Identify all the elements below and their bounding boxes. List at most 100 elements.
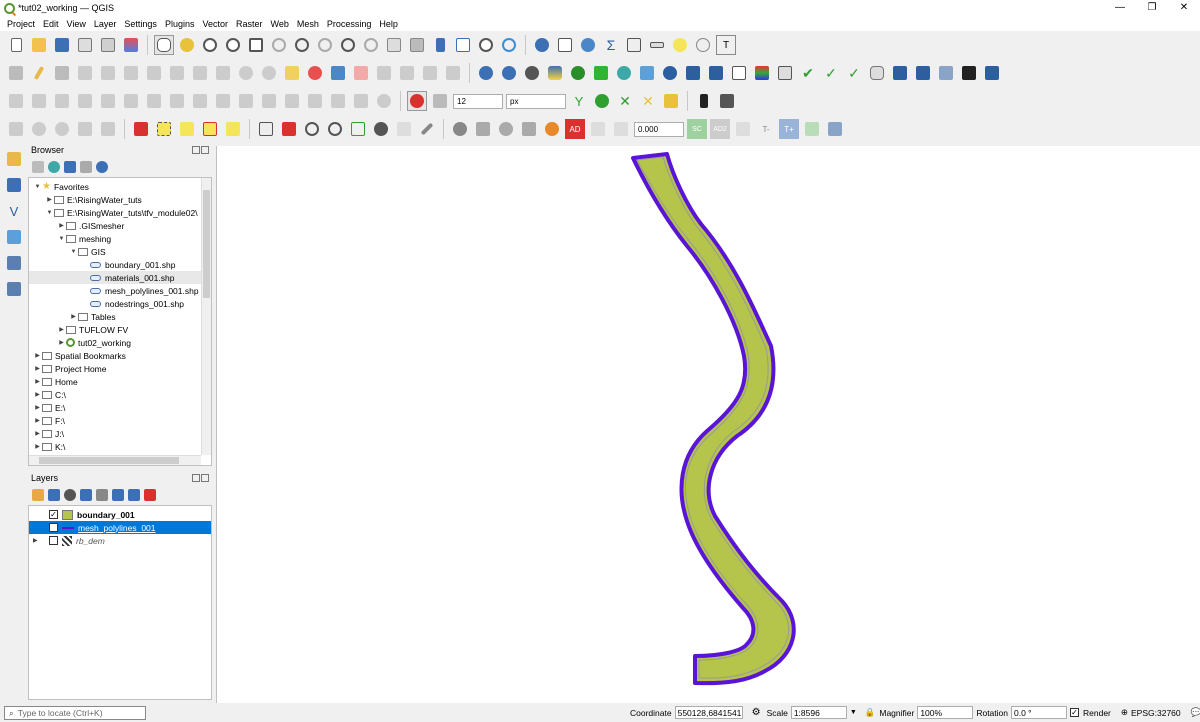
browser-item[interactable]: ▶ E:\RisingWater_tuts	[29, 193, 211, 206]
plugin-wave-icon[interactable]	[637, 63, 657, 83]
add-virtual-layer-icon[interactable]	[4, 279, 24, 299]
remove-layer-icon[interactable]	[144, 489, 156, 501]
layer-styling-icon[interactable]	[32, 489, 44, 501]
float-panel-button[interactable]	[192, 474, 200, 482]
add-group-icon[interactable]	[48, 489, 60, 501]
browser-item[interactable]: ▼ ★ Favorites	[29, 180, 211, 193]
check-dropdown-icon[interactable]: ✓	[844, 63, 864, 83]
merge-features-icon[interactable]	[328, 91, 348, 111]
layer-row-mesh-polylines[interactable]: ✓ mesh_polylines_001	[29, 521, 211, 534]
manage-visibility-icon[interactable]	[64, 489, 76, 501]
redo-icon[interactable]	[259, 63, 279, 83]
highlight-label-icon[interactable]	[328, 63, 348, 83]
python-console-icon[interactable]	[545, 63, 565, 83]
expand-arrow-icon[interactable]: ▶	[57, 326, 66, 333]
plugin-cycle-icon[interactable]	[614, 63, 634, 83]
rotate-feature-icon[interactable]	[75, 91, 95, 111]
plugin-plus-icon[interactable]	[473, 119, 493, 139]
river-map[interactable]	[217, 146, 1200, 703]
zoom-selection-icon[interactable]	[269, 35, 289, 55]
add-feature-icon[interactable]	[75, 63, 95, 83]
expand-arrow-icon[interactable]: ▶	[33, 404, 42, 411]
adv-distance-icon[interactable]	[611, 119, 631, 139]
fill-ring-icon[interactable]	[167, 91, 187, 111]
tracing-icon[interactable]: ✕	[638, 91, 658, 111]
zoom-native-icon[interactable]	[315, 35, 335, 55]
render-checkbox[interactable]: ✓	[1070, 708, 1079, 717]
browser-item[interactable]: ▼ GIS	[29, 245, 211, 258]
close-panel-button[interactable]	[201, 474, 209, 482]
map-canvas[interactable]	[216, 146, 1200, 703]
split-parts-icon[interactable]	[305, 91, 325, 111]
menu-plugins[interactable]: Plugins	[161, 19, 199, 29]
plugin-settings-icon[interactable]	[542, 119, 562, 139]
browser-item[interactable]: ▶ .GISmesher	[29, 219, 211, 232]
style-manager-icon[interactable]	[121, 35, 141, 55]
expand-arrow-icon[interactable]: ▼	[57, 236, 66, 242]
open-table-icon[interactable]	[624, 35, 644, 55]
annotation-icon[interactable]	[693, 35, 713, 55]
tag-icon[interactable]	[867, 63, 887, 83]
select-features-icon[interactable]	[154, 119, 174, 139]
select-value-icon[interactable]	[177, 119, 197, 139]
maximize-button[interactable]: ❐	[1136, 0, 1168, 16]
delete-selected-icon[interactable]	[144, 63, 164, 83]
filter-expression-icon[interactable]	[96, 489, 108, 501]
add-selected-icon[interactable]	[32, 161, 44, 173]
globe-icon[interactable]	[499, 63, 519, 83]
add-vector-layer-icon[interactable]	[4, 149, 24, 169]
layer-row-rb-dem[interactable]: ▶ rb_dem	[29, 534, 211, 547]
ad-button[interactable]: AD	[565, 119, 585, 139]
expand-arrow-icon[interactable]: ▼	[45, 210, 54, 216]
menu-processing[interactable]: Processing	[323, 19, 376, 29]
zoom-to-icon[interactable]	[302, 119, 322, 139]
toggle-editing-icon[interactable]	[29, 63, 49, 83]
paste-features-icon[interactable]	[213, 63, 233, 83]
rotate-point-icon[interactable]	[374, 91, 394, 111]
shape-polygon-icon[interactable]	[98, 119, 118, 139]
help-icon[interactable]	[982, 63, 1002, 83]
copy-features-icon[interactable]	[190, 63, 210, 83]
browser-item[interactable]: ▶ Spatial Bookmarks	[29, 349, 211, 362]
messages-icon[interactable]: 💬	[1191, 707, 1200, 718]
new-print-layout-icon[interactable]	[75, 35, 95, 55]
digitize-advanced-icon[interactable]	[6, 119, 26, 139]
pan-to-selection-icon[interactable]	[177, 35, 197, 55]
measure-icon[interactable]	[647, 35, 667, 55]
modify-attributes-icon[interactable]	[121, 63, 141, 83]
grid-icon[interactable]	[936, 63, 956, 83]
simplify-icon[interactable]	[98, 91, 118, 111]
zoom-feature-icon[interactable]	[325, 119, 345, 139]
check-icon[interactable]: ✔	[798, 63, 818, 83]
expand-all-icon[interactable]	[112, 489, 124, 501]
zoom-full-icon[interactable]	[246, 35, 266, 55]
expand-arrow-icon[interactable]: ▶	[45, 196, 54, 203]
arr-icon[interactable]	[890, 63, 910, 83]
shape-circle-icon[interactable]	[29, 119, 49, 139]
map-tips-icon[interactable]	[670, 35, 690, 55]
wrench-icon[interactable]	[417, 119, 437, 139]
new-map-view-icon[interactable]	[384, 35, 404, 55]
browser-item[interactable]: ▶ Home	[29, 375, 211, 388]
adv-blank-icon[interactable]	[733, 119, 753, 139]
digitize-shape-icon[interactable]	[6, 91, 26, 111]
sc-button[interactable]: SC	[687, 119, 707, 139]
vertex-add-icon[interactable]	[52, 91, 72, 111]
filter-legend-icon[interactable]	[80, 489, 92, 501]
collapse-layers-icon[interactable]	[128, 489, 140, 501]
adv-field-icon[interactable]	[588, 119, 608, 139]
menu-project[interactable]: Project	[3, 19, 39, 29]
browser-item[interactable]: ▼ E:\RisingWater_tuts\tfv_module02\	[29, 206, 211, 219]
menu-raster[interactable]: Raster	[232, 19, 267, 29]
expand-arrow-icon[interactable]: ▶	[33, 365, 42, 372]
properties-info-icon[interactable]	[96, 161, 108, 173]
undo-icon[interactable]	[236, 63, 256, 83]
add-delimited-text-icon[interactable]	[4, 227, 24, 247]
lock-scale-icon[interactable]: 🔒	[865, 707, 876, 718]
scale-dropdown-icon[interactable]: ▼	[850, 709, 857, 716]
river-boundary-polygon[interactable]	[631, 152, 796, 686]
cut-features-icon[interactable]	[167, 63, 187, 83]
curve-icon[interactable]	[29, 91, 49, 111]
temporal-controller-icon[interactable]	[476, 35, 496, 55]
filter-icon[interactable]	[64, 161, 76, 173]
